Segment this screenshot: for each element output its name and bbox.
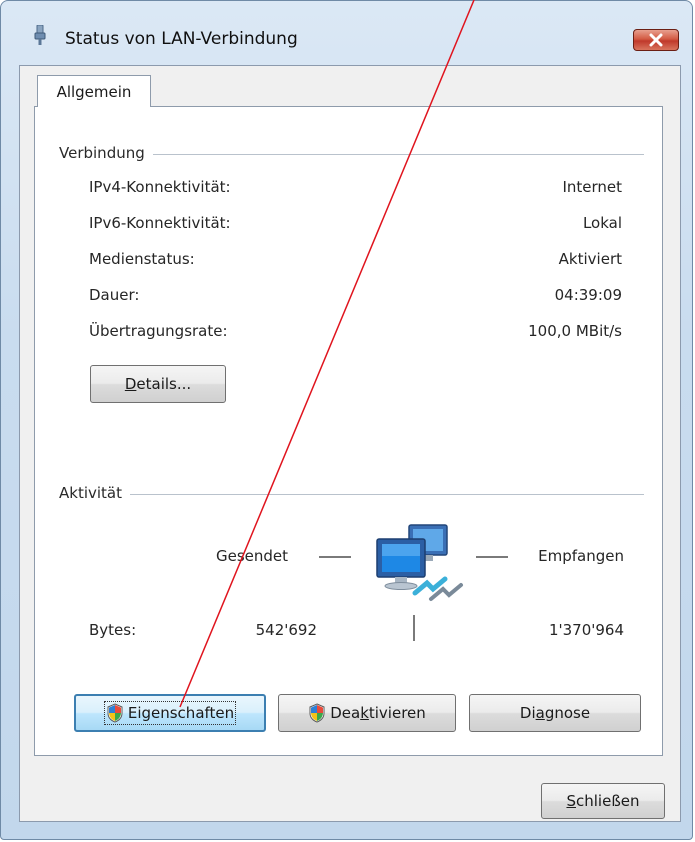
transfer-rate-label: Übertragungsrate: — [89, 322, 228, 340]
bytes-separator — [413, 615, 415, 641]
dialog-window: Status von LAN-Verbindung Allgemein Verb… — [0, 0, 693, 840]
ipv6-value: Lokal — [582, 214, 622, 232]
close-icon — [649, 33, 663, 47]
transfer-rate-value: 100,0 MBit/s — [528, 322, 622, 340]
sent-connector-line — [319, 556, 351, 558]
diagnose-text-a: Di — [519, 704, 536, 722]
duration-value: 04:39:09 — [554, 286, 622, 304]
properties-button[interactable]: Eigenschaften — [74, 694, 266, 732]
media-status-label: Medienstatus: — [89, 250, 195, 268]
sent-label: Gesendet — [216, 547, 289, 565]
group-label-activity: Aktivität — [59, 484, 130, 502]
diagnose-mnemonic: a — [535, 704, 545, 722]
received-connector-line — [476, 556, 508, 558]
diagnose-button[interactable]: Di a gnose — [469, 694, 641, 732]
properties-button-label: Eigenschaften — [103, 701, 237, 725]
deactivate-text: Deaktivieren — [330, 704, 426, 722]
close-label-rest: chließen — [576, 792, 640, 810]
bytes-sent-value: 542'692 — [255, 621, 317, 639]
group-label-connection: Verbindung — [59, 144, 153, 162]
deactivate-mnemonic: k — [360, 704, 369, 722]
ipv4-label: IPv4-Konnektivität: — [89, 178, 231, 196]
media-status-value: Aktiviert — [558, 250, 622, 268]
diagnose-text-b: gnose — [544, 704, 591, 722]
window-title: Status von LAN-Verbindung — [65, 29, 298, 49]
tab-panel-general — [34, 106, 663, 756]
properties-text: Eigenschaften — [127, 704, 235, 722]
diagnose-button-label: Di a gnose — [520, 704, 590, 722]
close-button-label: Schließen — [566, 792, 639, 810]
network-connection-icon — [34, 25, 46, 45]
group-divider — [61, 494, 644, 495]
deactivate-button-label: Deaktivieren — [308, 703, 426, 723]
received-label: Empfangen — [538, 547, 624, 565]
close-mnemonic: S — [566, 792, 576, 810]
tab-label: Allgemein — [56, 82, 132, 101]
deactivate-text-b: tivieren — [368, 704, 426, 722]
uac-shield-icon — [107, 703, 123, 723]
ipv6-label: IPv6-Konnektivität: — [89, 214, 231, 232]
deactivate-button[interactable]: Deaktivieren — [278, 694, 456, 732]
close-button[interactable]: Schließen — [541, 783, 665, 819]
network-activity-icon — [376, 524, 463, 601]
duration-label: Dauer: — [89, 286, 140, 304]
details-button[interactable]: Details... — [90, 365, 226, 403]
details-label-rest: etails... — [136, 375, 192, 393]
bytes-label: Bytes: — [89, 621, 137, 639]
title-bar: Status von LAN-Verbindung — [1, 1, 692, 53]
bytes-received-value: 1'370'964 — [548, 621, 624, 639]
ipv4-value: Internet — [562, 178, 622, 196]
details-mnemonic: D — [124, 375, 137, 393]
window-close-button[interactable] — [633, 29, 679, 51]
details-button-label: Details... — [125, 375, 191, 393]
uac-shield-icon — [309, 703, 325, 723]
deactivate-text-a: Dea — [330, 704, 361, 722]
tab-allgemein[interactable]: Allgemein — [37, 75, 151, 107]
